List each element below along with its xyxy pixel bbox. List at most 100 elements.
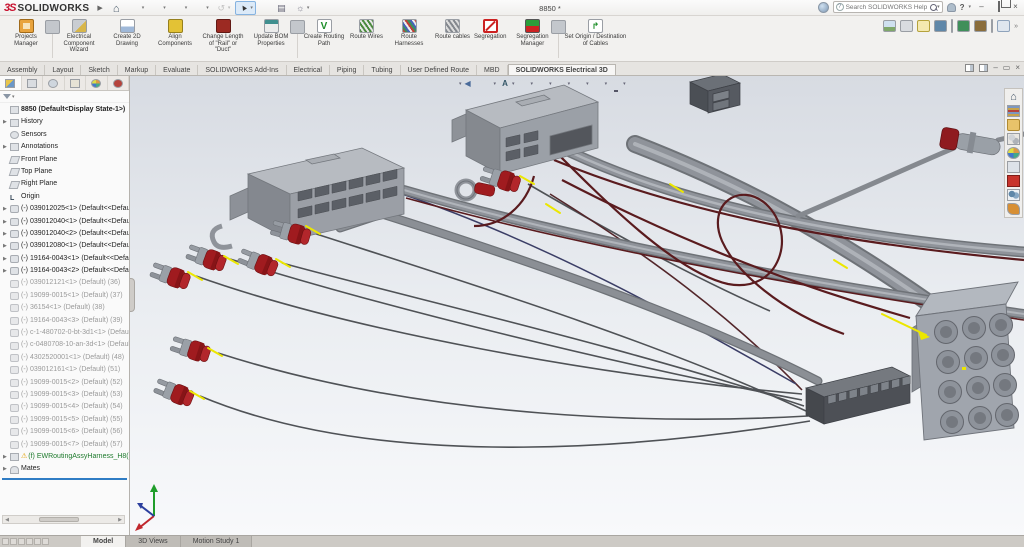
ribbon-button[interactable] [52, 20, 53, 58]
qa-button[interactable]: ▾ [171, 2, 190, 14]
edit-note-icon[interactable] [917, 20, 930, 32]
pane-toggle2-icon[interactable] [979, 64, 988, 72]
tree-horizontal-scrollbar[interactable]: ◀ ▶ [2, 515, 125, 524]
ribbon-button-update-bom-properties[interactable]: Update BOM Properties [247, 17, 295, 61]
command-tab-piping[interactable]: Piping [330, 65, 364, 75]
hud-button[interactable]: ▾ [446, 78, 462, 89]
ribbon-button-route-harnesses[interactable]: Route Harnesses [385, 17, 433, 61]
manager-tab[interactable] [86, 76, 108, 90]
qa-button[interactable] [109, 2, 125, 14]
tree-item-039012080-1-default-default[interactable]: ▶ ⚠ (-) 039012080<1> (Default<<Default [0, 240, 129, 252]
manager-tab[interactable] [43, 76, 65, 90]
tree-item-039012025-1-default-default[interactable]: ▶ ⚠ (-) 039012025<1> (Default<<Default [0, 203, 129, 215]
ribbon-button-segregation[interactable]: Segregation [472, 17, 508, 61]
3d-harness-model[interactable] [130, 76, 1024, 535]
manager-tab[interactable] [108, 76, 130, 90]
tree-item-19099-0015-7-default-57[interactable]: ⚠ (-) 19099-0015<7> (Default) (57) [0, 439, 129, 451]
ribbon-button-create-2d-drawing[interactable]: Create 2D Drawing [103, 17, 151, 61]
scroll-left-icon[interactable]: ◀ [3, 517, 11, 523]
tree-item-19164-0043-1-default-defau[interactable]: ▶ ⚠ (-) 19164-0043<1> (Default<<Defau [0, 253, 129, 265]
copy-settings-icon[interactable] [900, 20, 913, 32]
collapse-chevron-icon[interactable]: » [1014, 23, 1018, 30]
command-tab-user-defined-route[interactable]: User Defined Route [401, 65, 477, 75]
search-input[interactable] [846, 4, 930, 11]
ribbon-right-button[interactable] [951, 19, 953, 33]
rollback-bar[interactable] [2, 478, 127, 480]
ribbon-button[interactable] [297, 20, 298, 58]
tree-item-039012040-2-default-default[interactable]: ▶ ⚠ (-) 039012040<2> (Default<<Default [0, 228, 129, 240]
command-tab-layout[interactable]: Layout [45, 65, 81, 75]
tree-item-front-plane[interactable]: ⚠ Front Plane [0, 154, 129, 166]
settings-icon[interactable] [1007, 203, 1020, 215]
tree-item-c-0480708-10-an-3d-1-default[interactable]: ⚠ (-) c-0480708-10-an-3d<1> (Default [0, 339, 129, 351]
document-tab-motion-study-1[interactable]: Motion Study 1 [181, 536, 253, 547]
manager-tab[interactable] [65, 76, 87, 90]
panel-splitter-handle[interactable] [130, 278, 135, 312]
scrollbar-thumb[interactable] [39, 517, 79, 522]
qa-button[interactable]: ▾ [128, 2, 147, 14]
tree-item-history[interactable]: ▶ ⚠ History [0, 116, 129, 128]
ribbon-button-create-routing-path[interactable]: Create Routing Path [300, 17, 348, 61]
scroll-right-icon[interactable]: ▶ [116, 517, 124, 523]
document-tab-model[interactable]: Model [81, 536, 126, 547]
file-explorer-icon[interactable] [1007, 119, 1020, 131]
doc-restore-button[interactable]: ▭ [1003, 63, 1011, 72]
design-library-icon[interactable] [1007, 105, 1020, 117]
command-tab-mbd[interactable]: MBD [477, 65, 508, 75]
doc-close-button[interactable]: × [1015, 63, 1020, 72]
tree-item-039012121-1-default-36[interactable]: ⚠ (-) 039012121<1> (Default) (36) [0, 277, 129, 289]
ribbon-button-electrical-component-wizard[interactable]: Electrical Component Wizard [55, 17, 103, 61]
electrical-icon[interactable] [1007, 175, 1020, 187]
hud-button[interactable]: ▾ [499, 78, 515, 89]
tree-item-19164-0043-3-default-39[interactable]: ⚠ (-) 19164-0043<3> (Default) (39) [0, 315, 129, 327]
pane-toggle-icon[interactable] [965, 64, 974, 72]
qa-button[interactable]: ▾ [149, 2, 168, 14]
tree-item-19099-0015-2-default-52[interactable]: ⚠ (-) 19099-0015<2> (Default) (52) [0, 377, 129, 389]
toolbox-icon[interactable] [1007, 133, 1020, 145]
tab-scroll-controls[interactable] [0, 536, 51, 547]
tree-filter-row[interactable]: ▾ [0, 91, 129, 103]
search-icon[interactable] [930, 4, 937, 11]
home-icon[interactable] [1007, 91, 1020, 103]
tree-item-36154-1-default-38[interactable]: ⚠ (-) 36154<1> (Default) (38) [0, 302, 129, 314]
forum-icon[interactable] [1007, 189, 1020, 201]
ribbon-button-align-components[interactable]: Align Components [151, 17, 199, 61]
appearances-icon[interactable] [1007, 147, 1020, 159]
tree-item-top-plane[interactable]: ⚠ Top Plane [0, 166, 129, 178]
tree-item-039012161-1-default-51[interactable]: ⚠ (-) 039012161<1> (Default) (51) [0, 364, 129, 376]
wrench-icon[interactable] [974, 20, 987, 32]
command-tab-evaluate[interactable]: Evaluate [156, 65, 198, 75]
command-tab-solidworks-add-ins[interactable]: SOLIDWORKS Add-Ins [198, 65, 286, 75]
tree-item-039012040-1-default-default[interactable]: ▶ ⚠ (-) 039012040<1> (Default<<Default [0, 216, 129, 228]
restore-button[interactable] [992, 2, 1005, 13]
minimize-button[interactable]: – [975, 2, 988, 13]
qa-button[interactable]: ▾ [235, 1, 256, 15]
qa-button[interactable] [259, 2, 271, 14]
qa-button[interactable]: ▾ [192, 2, 211, 14]
hud-button[interactable] [465, 78, 478, 89]
hud-button[interactable]: ▾ [536, 78, 552, 89]
qa-button[interactable]: ▾ [293, 2, 312, 14]
hud-button[interactable]: ▾ [518, 78, 534, 89]
help-button[interactable]: ? [960, 3, 965, 12]
tree-item-19099-0015-3-default-53[interactable]: ⚠ (-) 19099-0015<3> (Default) (53) [0, 389, 129, 401]
tree-item-right-plane[interactable]: ⚠ Right Plane [0, 178, 129, 190]
tree-item-c-1-480702-0-bt-3d1-1-defaul[interactable]: ⚠ (-) c-1-480702-0-bt-3d1<1> (Default [0, 327, 129, 339]
tree-item-19099-0015-4-default-54[interactable]: ⚠ (-) 19099-0015<4> (Default) (54) [0, 401, 129, 413]
sketch-icon[interactable] [997, 20, 1010, 32]
search-box[interactable]: ? ▾ [833, 1, 943, 13]
ribbon-button-route-wires[interactable]: Route Wires [348, 17, 385, 61]
tree-item-f-ewroutingassyharness-h8[interactable]: ▶ ⚠ (f) EWRoutingAssyHarness_H8( [0, 451, 129, 463]
flag-icon[interactable] [957, 20, 970, 32]
command-tab-tubing[interactable]: Tubing [364, 65, 400, 75]
qa-button[interactable]: ▾ [214, 2, 233, 14]
manager-tab[interactable] [0, 76, 22, 90]
command-tab-electrical[interactable]: Electrical [287, 65, 330, 75]
close-button[interactable]: × [1009, 2, 1022, 13]
menu-flyout-arrow-icon[interactable]: ▶ [97, 4, 102, 12]
ribbon-button-set-origin-destination-of-ca[interactable]: Set Origin / Destination of Cables [561, 17, 629, 61]
tree-item-annotations[interactable]: ▶ ⚠ Annotations [0, 141, 129, 153]
tree-item-19099-0015-1-default-37[interactable]: ⚠ (-) 19099-0015<1> (Default) (37) [0, 290, 129, 302]
sw-resources-icon[interactable] [818, 2, 829, 13]
help-dropdown-icon[interactable]: ▾ [968, 4, 971, 10]
